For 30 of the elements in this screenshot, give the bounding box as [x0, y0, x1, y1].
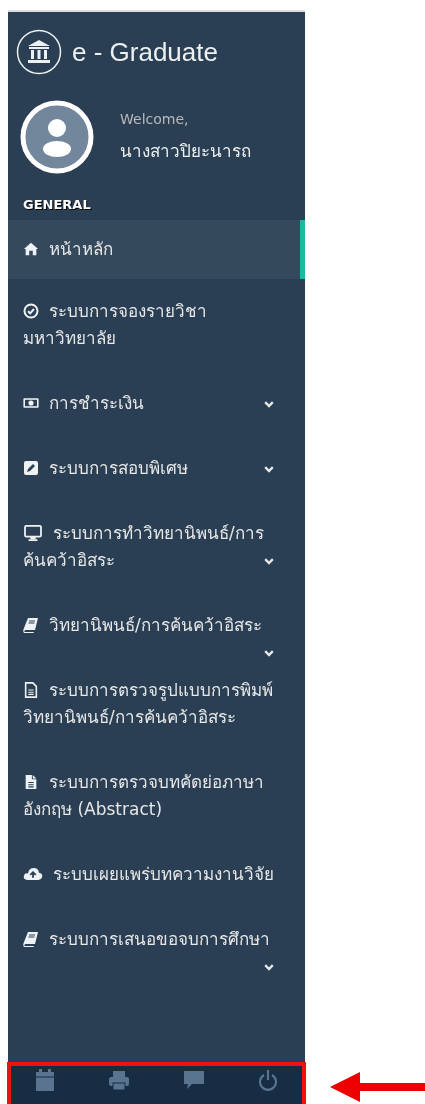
calendar-icon [34, 1069, 57, 1091]
document-icon [23, 682, 39, 698]
check-circle-icon [23, 303, 39, 319]
monitor-icon [23, 525, 43, 541]
printer-icon [108, 1069, 131, 1091]
chat-bubble-icon [182, 1069, 205, 1091]
book-icon [23, 617, 39, 633]
app-title: e - Graduate [72, 36, 218, 68]
section-heading: GENERAL [22, 196, 92, 214]
menu-item[interactable]: ระบบเผยแพร่บทความงานวิจัย [8, 842, 305, 907]
bank-logo-icon [16, 29, 62, 75]
user-name: นางสาวปิยะนารถ [120, 139, 251, 163]
menu-item[interactable]: ระบบการจองรายวิชามหาวิทยาลัย [8, 279, 305, 371]
menu-item[interactable]: ระบบการสอบพิเศษ [8, 436, 305, 501]
menu-item[interactable]: หน้าหลัก [8, 220, 305, 279]
welcome-text: Welcome, [120, 110, 190, 127]
power-icon [256, 1069, 279, 1091]
menu-item[interactable]: ระบบการตรวจบทคัดย่อภาษาอังกฤษ (Abstract) [8, 750, 305, 842]
menu-item[interactable]: ระบบการทำวิทยานิพนธ์/การค้นคว้าอิสระ [8, 501, 305, 593]
book-icon [23, 931, 39, 947]
menu-item[interactable]: การชำระเงิน [8, 371, 305, 436]
cloud-upload-icon [23, 866, 43, 882]
avatar-icon [20, 100, 94, 174]
pencil-square-icon [23, 460, 39, 476]
money-icon [23, 395, 39, 411]
menu-item[interactable]: วิทยานิพนธ์/การค้นคว้าอิสระ [8, 593, 305, 658]
menu-item[interactable]: ระบบการเสนอขอจบการศึกษา [8, 907, 305, 972]
home-icon [23, 241, 39, 257]
menu-item[interactable]: ระบบการตรวจรูปแบบการพิมพ์วิทยานิพนธ์/การค้นคว้าอิสระ [8, 658, 305, 750]
document-icon [23, 774, 39, 790]
